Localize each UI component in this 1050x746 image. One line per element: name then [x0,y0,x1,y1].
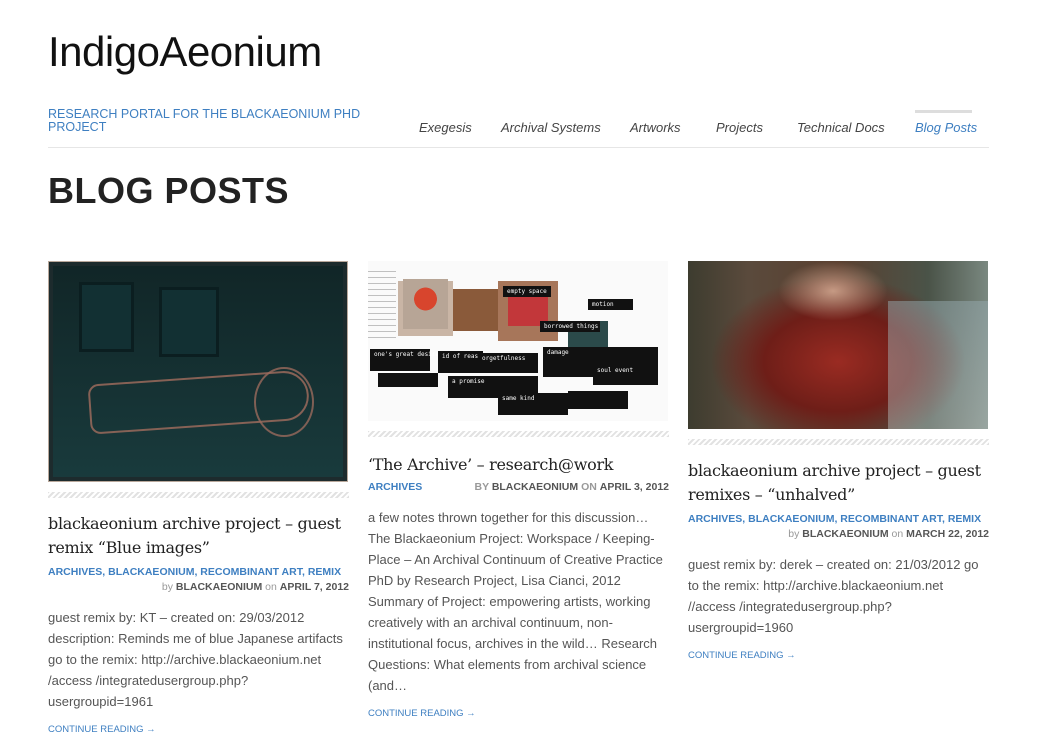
nav-item-exegesis[interactable]: Exegesis [419,120,472,135]
post-date[interactable]: APRIL 3, 2012 [600,481,669,493]
collage-photo [453,289,498,331]
byline-by: by [788,528,800,540]
category-link[interactable]: REMIX [948,513,981,525]
nav-item-archival-systems[interactable]: Archival Systems [501,120,601,135]
post-thumbnail[interactable] [688,261,988,429]
post-title[interactable]: ‘The Archive’ – research@work [368,453,669,477]
site-title[interactable]: IndigoAeonium [48,28,322,76]
byline-by: by [161,581,173,593]
divider [688,439,989,445]
painting-detail [254,367,314,437]
collage-word: motion [588,299,633,310]
collage-word: soul event [593,365,658,385]
collage-block [378,373,438,387]
post-byline: by BLACKAEONIUM on APRIL 7, 2012 [48,581,349,593]
page-title: BLOG POSTS [48,170,290,211]
post-title[interactable]: blackaeonium archive project – guest rem… [48,512,349,560]
main-nav: Exegesis Archival Systems Artworks Proje… [0,110,1050,140]
collage-word: same kind [498,393,568,415]
collage-text-area [368,271,396,341]
post-excerpt: guest remix by: derek – created on: 21/0… [688,557,979,635]
post-card-blue-images: blackaeonium archive project – guest rem… [48,261,349,735]
post-excerpt: guest remix by: KT – created on: 29/03/2… [48,610,343,709]
category-link[interactable]: ARCHIVES [368,481,422,493]
header-divider [48,147,989,148]
painting-detail [79,282,134,352]
post-byline: by BLACKAEONIUM on APRIL 3, 2012 [474,481,669,493]
post-author[interactable]: BLACKAEONIUM [802,528,888,540]
category-link[interactable]: ARCHIVES [688,513,742,525]
nav-item-technical-docs[interactable]: Technical Docs [797,120,885,135]
collage-word: orgetfulness [478,353,538,373]
collage-word: empty space [503,286,551,297]
post-thumbnail[interactable] [48,261,348,482]
painting-detail [159,287,219,357]
divider [48,492,349,498]
post-categories: ARCHIVES, BLACKAEONIUM, RECOMBINANT ART,… [688,513,989,525]
post-card-the-archive: empty space motion borrowed things one's… [368,261,669,719]
byline-on: on [581,481,597,493]
category-link[interactable]: BLACKAEONIUM [748,513,834,525]
collage-block [568,391,628,409]
collage-word: id of reason [438,351,485,373]
image-detail [888,301,988,429]
post-categories: ARCHIVES, BLACKAEONIUM, RECOMBINANT ART,… [48,566,349,578]
category-link[interactable]: REMIX [308,566,341,578]
collage-photo [403,279,448,329]
nav-item-artworks[interactable]: Artworks [630,120,681,135]
post-date[interactable]: MARCH 22, 2012 [906,528,989,540]
post-meta-row: ARCHIVES by BLACKAEONIUM on APRIL 3, 201… [368,481,669,493]
divider [368,431,669,437]
nav-item-projects[interactable]: Projects [716,120,763,135]
continue-reading-link[interactable]: CONTINUE READING → [48,724,349,735]
post-author[interactable]: BLACKAEONIUM [176,581,262,593]
byline-on: on [265,581,277,593]
nav-active-indicator [915,110,972,113]
category-link[interactable]: ARCHIVES [48,566,102,578]
category-link[interactable]: BLACKAEONIUM [108,566,194,578]
collage-word: borrowed things [540,321,600,332]
byline-by: by [474,481,489,493]
post-thumbnail[interactable]: empty space motion borrowed things one's… [368,261,668,421]
continue-reading-link[interactable]: CONTINUE READING → [688,650,989,661]
image-detail [778,261,888,321]
category-link[interactable]: RECOMBINANT ART [840,513,942,525]
byline-on: on [891,528,904,540]
collage-word: one's great desire [370,349,439,371]
post-date[interactable]: APRIL 7, 2012 [280,581,349,593]
post-excerpt: a few notes thrown together for this dis… [368,510,663,693]
nav-item-blog-posts[interactable]: Blog Posts [915,120,977,135]
post-byline: by BLACKAEONIUM on MARCH 22, 2012 [688,528,989,540]
post-author[interactable]: BLACKAEONIUM [492,481,578,493]
category-link[interactable]: RECOMBINANT ART [200,566,302,578]
post-card-unhalved: blackaeonium archive project – guest rem… [688,261,989,661]
post-title[interactable]: blackaeonium archive project – guest rem… [688,459,989,507]
continue-reading-link[interactable]: CONTINUE READING → [368,708,669,719]
